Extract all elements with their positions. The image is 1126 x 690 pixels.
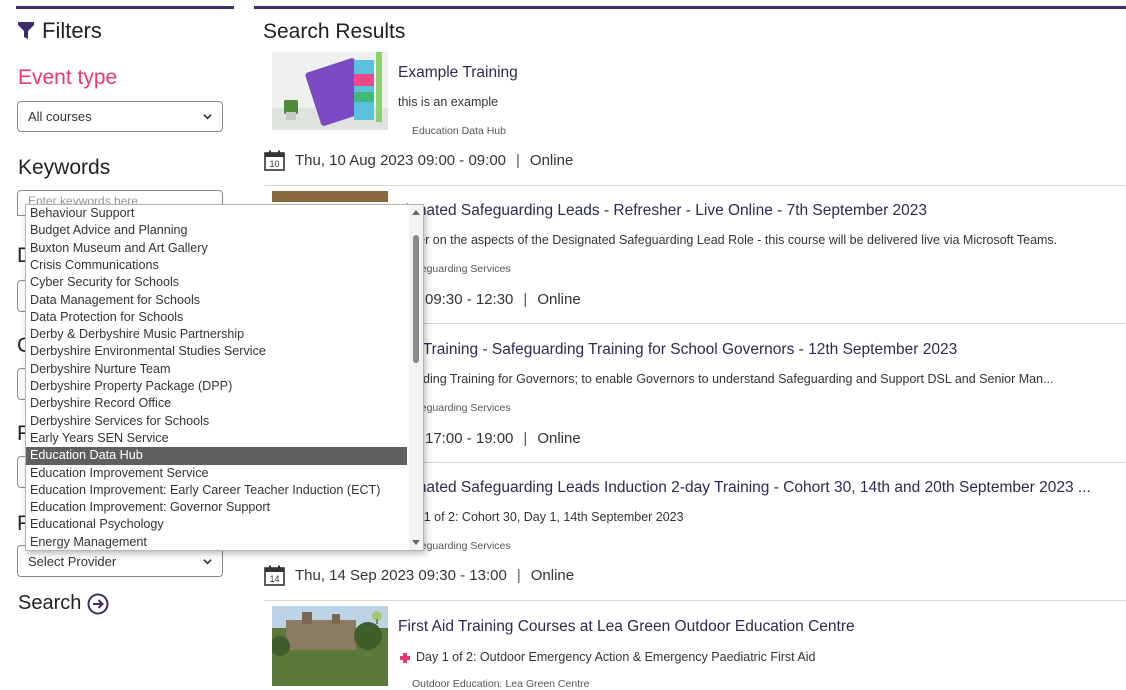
result-datetime: Thu, 14 Sep 2023 09:30 - 13:00 <box>295 567 507 584</box>
filters-title: Filters <box>18 18 102 44</box>
dropdown-option[interactable]: Derbyshire Record Office <box>26 395 407 412</box>
result-title[interactable]: signated Safeguarding Leads Induction 2-… <box>398 479 1091 497</box>
result-description: Day 1 of 2: Cohort 30, Day 1, 14th Septe… <box>398 510 684 524</box>
result-thumbnail[interactable] <box>272 190 388 202</box>
scrollbar-thumb[interactable] <box>413 235 419 363</box>
dropdown-option[interactable]: Derbyshire Services for Schools <box>26 413 407 430</box>
dropdown-option[interactable]: Data Protection for Schools <box>26 309 407 326</box>
result-mode: Online <box>537 430 581 447</box>
result-thumbnail[interactable] <box>272 52 388 130</box>
result-card: Example Training this is an example Educ… <box>264 52 1126 186</box>
dropdown-option[interactable]: Derby & Derbyshire Music Partnership <box>26 326 407 343</box>
event-type-value: All courses <box>28 109 92 124</box>
scroll-up-icon[interactable] <box>412 209 420 217</box>
dropdown-option[interactable]: Education Improvement Service <box>26 465 407 482</box>
search-label: Search <box>18 592 82 614</box>
dropdown-option[interactable]: Behaviour Support <box>26 205 407 222</box>
result-date: 17:00 - 19:00 | Online <box>425 430 581 447</box>
result-provider: afeguarding Services <box>412 263 511 275</box>
date-separator: | <box>523 430 528 447</box>
result-description: guarding Training for Governors; to enab… <box>398 372 1054 386</box>
date-separator: | <box>523 291 528 308</box>
result-date: 10 Thu, 10 Aug 2023 09:00 - 09:00 | Onli… <box>264 150 573 171</box>
result-provider: Education Data Hub <box>412 125 506 137</box>
dropdown-option[interactable]: Cyber Security for Schools <box>26 274 407 291</box>
result-image <box>272 191 388 202</box>
funnel-icon <box>18 22 34 39</box>
scroll-down-icon[interactable] <box>412 538 420 546</box>
result-datetime: Thu, 10 Aug 2023 09:00 - 09:00 <box>295 152 507 169</box>
result-mode: Online <box>537 291 581 308</box>
provider-dropdown-list[interactable]: Behaviour Support Budget Advice and Plan… <box>25 204 424 551</box>
first-aid-icon <box>400 653 410 663</box>
result-date: 09:30 - 12:30 | Online <box>425 291 581 308</box>
results-accent-bar <box>254 6 1126 9</box>
result-title[interactable]: First Aid Training Courses at Lea Green … <box>398 618 855 636</box>
result-datetime: 09:30 - 12:30 <box>425 291 514 308</box>
result-description: Day 1 of 2: Outdoor Emergency Action & E… <box>416 650 816 664</box>
result-title[interactable]: ual Training - Safeguarding Training for… <box>398 341 957 359</box>
date-separator: | <box>516 152 520 169</box>
result-datetime: 17:00 - 19:00 <box>425 430 514 447</box>
event-type-select[interactable]: All courses <box>17 101 223 132</box>
chevron-down-icon <box>203 114 212 120</box>
dropdown-option[interactable]: Education Improvement: Early Career Teac… <box>26 482 407 499</box>
result-description: this is an example <box>398 95 499 109</box>
dropdown-option[interactable]: Derbyshire Nurture Team <box>26 361 407 378</box>
arrow-circle-right-icon <box>87 593 109 614</box>
dropdown-option[interactable]: Energy Management <box>26 534 407 550</box>
dropdown-option[interactable]: Budget Advice and Planning <box>26 222 407 239</box>
result-date: 14 Thu, 14 Sep 2023 09:30 - 13:00 | Onli… <box>264 565 574 586</box>
calendar-icon: 10 <box>264 150 285 171</box>
result-description: esher on the aspects of the Designated S… <box>398 233 1058 247</box>
event-type-heading: Event type <box>18 66 118 89</box>
chevron-down-icon <box>203 558 212 564</box>
date-separator: | <box>516 567 521 584</box>
dropdown-option[interactable]: Derbyshire Environmental Studies Service <box>26 343 407 360</box>
search-button[interactable]: Search <box>18 592 109 615</box>
calendar-icon: 14 <box>264 565 285 586</box>
dropdown-option[interactable]: Crisis Communications <box>26 257 407 274</box>
calendar-day: 14 <box>269 574 279 584</box>
search-results-heading: Search Results <box>263 20 406 43</box>
dropdown-scrollbar[interactable] <box>409 205 423 550</box>
calendar-day: 10 <box>269 159 279 169</box>
dropdown-option[interactable]: Derbyshire Property Package (DPP) <box>26 378 407 395</box>
filters-title-label: Filters <box>42 18 102 43</box>
result-provider: afeguarding Services <box>412 540 511 552</box>
education-data-hub-image <box>272 52 388 130</box>
dropdown-option[interactable]: Early Years SEN Service <box>26 430 407 447</box>
result-title[interactable]: Example Training <box>398 64 518 82</box>
dropdown-option-selected[interactable]: Education Data Hub <box>26 447 407 465</box>
provider-logo-icon <box>372 611 382 624</box>
keywords-heading: Keywords <box>18 156 111 179</box>
result-provider: afeguarding Services <box>412 402 511 414</box>
result-title[interactable]: signated Safeguarding Leads - Refresher … <box>398 202 927 220</box>
result-mode: Online <box>530 567 575 584</box>
result-provider: Outdoor Education: Lea Green Centre <box>412 678 590 690</box>
dropdown-option[interactable]: Educational Psychology <box>26 516 407 533</box>
provider-value: Select Provider <box>28 553 117 569</box>
result-mode: Online <box>529 152 574 169</box>
result-card: First Aid Training Courses at Lea Green … <box>264 606 1126 690</box>
dropdown-option[interactable]: Buxton Museum and Art Gallery <box>26 240 407 257</box>
dropdown-option[interactable]: Education Improvement: Governor Support <box>26 499 407 516</box>
dropdown-option[interactable]: Data Management for Schools <box>26 292 407 309</box>
